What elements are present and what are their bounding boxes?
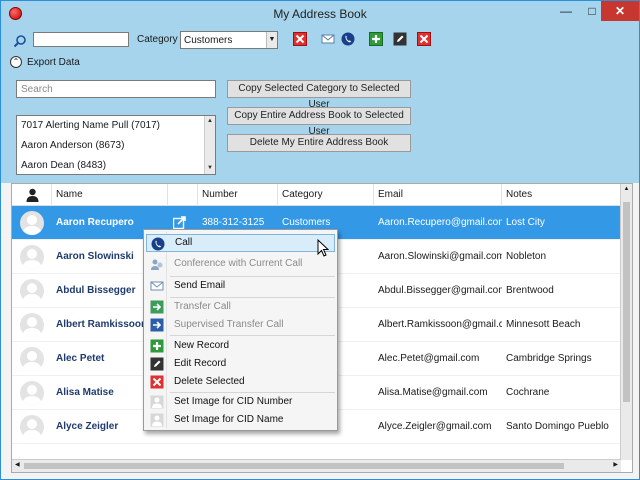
conference-icon [151,259,163,270]
menu-item-image-cid-name[interactable]: Set Image for CID Name [146,411,335,429]
menu-item-new-record[interactable]: New Record [146,337,335,355]
image-icon [150,395,164,409]
add-record-icon [150,339,164,353]
number-column-header[interactable]: Number [198,184,278,206]
menu-item-delete-selected[interactable]: Delete Selected [146,373,335,391]
grid-vertical-scrollbar[interactable]: ▲ [620,184,632,460]
scroll-thumb[interactable] [623,202,630,402]
notes-cell: Santo Domingo Pueblo [506,421,609,432]
notes-cell: Nobleton [506,251,547,262]
scroll-thumb[interactable] [24,463,564,469]
category-label: Category [137,34,178,45]
notes-cell: Lost City [506,217,545,228]
supervised-transfer-icon [150,318,164,332]
export-data-label[interactable]: Export Data [27,57,80,68]
phone-icon [151,237,165,251]
menu-item-image-cid-number[interactable]: Set Image for CID Number [146,393,335,411]
mouse-cursor-icon [317,239,329,257]
transfer-icon [150,300,164,314]
menu-item-transfer-call[interactable]: Transfer Call [146,298,335,316]
grid-header: Name Number Category Email Notes [12,184,621,206]
notes-column-header[interactable]: Notes [502,184,621,206]
edit-record-icon[interactable] [393,32,407,46]
link-column-header[interactable] [168,184,198,206]
email-column-header[interactable]: Email [374,184,502,206]
delete-address-book-button[interactable]: Delete My Entire Address Book [227,134,411,152]
menu-item-call[interactable]: Call [146,234,335,252]
email-cell: Albert.Ramkissoon@gmail.c [378,319,502,330]
scroll-left-icon[interactable]: ◀ [15,461,20,468]
category-column-header[interactable]: Category [278,184,374,206]
notes-cell: Minnesott Beach [506,319,581,330]
menu-item-edit-record[interactable]: Edit Record [146,355,335,373]
scroll-up-icon[interactable]: ▲ [621,186,632,192]
email-icon[interactable] [321,32,335,46]
avatar [20,415,44,439]
collapse-icon[interactable]: ⌃ [10,56,22,68]
minimize-button[interactable]: — [553,1,579,21]
email-icon [150,281,164,291]
search-icon[interactable] [13,34,27,48]
notes-cell: Cambridge Springs [506,353,592,364]
copy-address-book-button[interactable]: Copy Entire Address Book to Selected Use… [227,107,411,137]
add-record-icon[interactable] [369,32,383,46]
name-column-header[interactable]: Name [52,184,168,206]
scroll-right-icon[interactable]: ▶ [613,461,618,468]
avatar [20,279,44,303]
delete-icon[interactable] [293,32,307,46]
external-link-icon[interactable] [173,216,186,229]
email-cell: Alec.Petet@gmail.com [378,353,480,364]
delete-selected-icon[interactable] [417,32,431,46]
chevron-down-icon[interactable]: ▼ [266,32,277,48]
copy-category-button[interactable]: Copy Selected Category to Selected User [227,80,411,110]
grid-horizontal-scrollbar[interactable]: ◀ ▶ [12,459,621,472]
menu-item-supervised-transfer[interactable]: Supervised Transfer Call [146,316,335,334]
avatar [20,313,44,337]
image-icon [150,413,164,427]
avatar [20,381,44,405]
address-book-window: My Address Book — □ ✕ Category Customers… [0,0,640,480]
category-value: Customers [184,35,233,46]
list-item[interactable]: Aaron Dean (8483) [17,156,215,176]
notes-cell: Brentwood [506,285,554,296]
scroll-up-icon[interactable]: ▲ [205,116,215,127]
avatar [20,245,44,269]
menu-item-send-email[interactable]: Send Email [146,277,335,295]
user-list-scrollbar[interactable]: ▲ ▼ [204,116,215,174]
phone-icon[interactable] [341,32,355,46]
avatar [20,347,44,371]
user-list[interactable]: 7017 Alerting Name Pull (7017) Aaron And… [16,115,216,175]
email-cell: Aaron.Slowinski@gmail.com [378,251,502,262]
window-title: My Address Book [273,7,367,21]
email-cell: Aaron.Recupero@gmail.com [378,217,502,228]
list-item[interactable]: 7017 Alerting Name Pull (7017) [17,116,215,136]
image-column-header[interactable] [12,184,52,206]
email-cell: Alyce.Zeigler@gmail.com [378,421,492,432]
email-cell: Abdul.Bissegger@gmail.com [378,285,502,296]
context-menu: Call Conference with Current Call Send E… [143,229,338,431]
edit-record-icon [150,357,164,371]
quick-search-input[interactable] [33,32,129,47]
user-search-input[interactable]: Search [16,80,216,98]
delete-icon [150,375,164,389]
person-icon [26,188,39,202]
list-item[interactable]: Aaron Anderson (8673) [17,136,215,156]
email-cell: Alisa.Matise@gmail.com [378,387,488,398]
menu-item-conference[interactable]: Conference with Current Call [146,255,335,273]
scroll-down-icon[interactable]: ▼ [205,163,215,174]
category-select[interactable]: Customers ▼ [180,31,278,49]
title-bar: My Address Book — □ ✕ [1,1,639,27]
notes-cell: Cochrane [506,387,550,398]
close-window-button[interactable]: ✕ [601,1,639,21]
avatar [20,211,44,235]
